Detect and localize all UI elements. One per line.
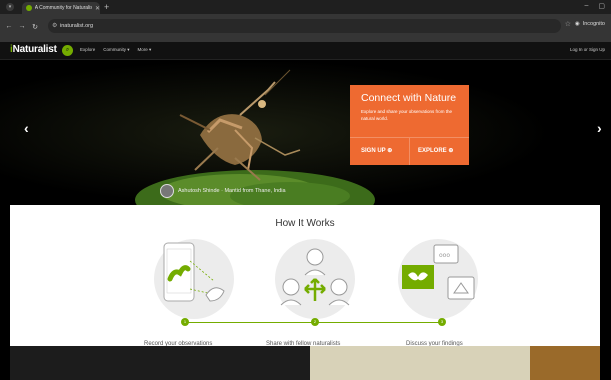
section-title: How It Works xyxy=(275,218,335,229)
incognito-icon: ◉ xyxy=(574,21,580,27)
step-3-marker: 3 xyxy=(438,318,446,326)
forward-icon[interactable]: → xyxy=(17,23,27,30)
step-1-marker: 1 xyxy=(181,318,189,326)
tab-title: A Community for Naturalis xyxy=(34,5,92,11)
logo-main: Naturalist xyxy=(12,44,57,55)
next-slide-arrow[interactable]: › xyxy=(597,120,602,136)
photographer-avatar[interactable] xyxy=(160,184,174,198)
incognito-badge[interactable]: ◉ Incognito xyxy=(575,21,605,27)
url-text: inaturalist.org xyxy=(60,23,94,29)
step-1-illustration xyxy=(154,239,234,319)
step-2-marker: 2 xyxy=(311,318,319,326)
minimize-icon[interactable]: – xyxy=(584,2,588,10)
close-tab-icon[interactable]: ✕ xyxy=(95,5,100,12)
favicon-icon xyxy=(26,5,32,11)
browser-tab[interactable]: A Community for Naturalis ✕ xyxy=(22,2,100,14)
step-2-illustration xyxy=(275,239,355,319)
people-share-icon xyxy=(280,248,350,306)
hero-photo-mantid xyxy=(0,60,611,205)
hero-banner: ‹ › Connect with Nature Explore and shar… xyxy=(0,60,611,205)
tab-search-icon[interactable]: ▾ xyxy=(6,3,14,11)
site-info-icon[interactable]: ⚙ xyxy=(52,22,57,29)
prev-slide-arrow[interactable]: ‹ xyxy=(24,120,29,136)
login-link[interactable]: Log In or Sign Up xyxy=(570,47,605,52)
browser-toolbar: ← → ↻ ⚙ inaturalist.org ☆ ◉ Incognito xyxy=(0,14,611,42)
nav-community[interactable]: Community ▾ xyxy=(103,47,129,53)
step-3-illustration: ooo xyxy=(398,239,478,319)
new-tab-icon[interactable]: + xyxy=(104,2,109,12)
inaturalist-logo[interactable]: iNaturalist xyxy=(10,44,57,55)
explore-button[interactable]: EXPLORE ⊕ xyxy=(418,147,453,154)
incognito-label: Incognito xyxy=(582,21,605,27)
nav-more[interactable]: More ▾ xyxy=(138,47,152,53)
cta-subtitle: Explore and share your observations from… xyxy=(361,109,453,121)
how-it-works-section: How It Works ooo 1 2 3 Record your obser… xyxy=(10,205,600,347)
reload-icon[interactable]: ↻ xyxy=(30,23,40,31)
search-icon[interactable]: ⌕ xyxy=(62,45,73,56)
back-icon[interactable]: ← xyxy=(4,23,14,30)
bookmark-star-icon[interactable]: ☆ xyxy=(565,20,571,28)
svg-text:ooo: ooo xyxy=(439,252,450,259)
photo-credit-text[interactable]: Ashutosh Shinde · Mantid from Thane, Ind… xyxy=(178,188,286,194)
phone-caterpillar-icon xyxy=(163,242,225,302)
address-bar[interactable]: ⚙ inaturalist.org xyxy=(48,19,561,33)
maximize-icon[interactable]: ▢ xyxy=(598,2,605,10)
next-section-preview xyxy=(10,346,600,380)
sign-up-button[interactable]: SIGN UP ⊕ xyxy=(361,147,392,154)
photo-credit: Ashutosh Shinde · Mantid from Thane, Ind… xyxy=(160,184,286,198)
window-controls: – ▢ xyxy=(584,2,605,10)
site-nav: Explore Community ▾ More ▾ xyxy=(80,47,151,53)
browser-tab-strip: ▾ A Community for Naturalis ✕ + – ▢ xyxy=(0,0,611,14)
connect-callout: Connect with Nature Explore and share yo… xyxy=(350,85,469,165)
site-header: iNaturalist ⌕ Explore Community ▾ More ▾… xyxy=(0,42,611,60)
cta-title: Connect with Nature xyxy=(361,92,457,104)
discussion-bubbles-icon: ooo xyxy=(402,244,475,300)
next-section-photo xyxy=(10,346,600,380)
cta-divider-vertical xyxy=(409,138,410,165)
nav-explore[interactable]: Explore xyxy=(80,47,95,53)
